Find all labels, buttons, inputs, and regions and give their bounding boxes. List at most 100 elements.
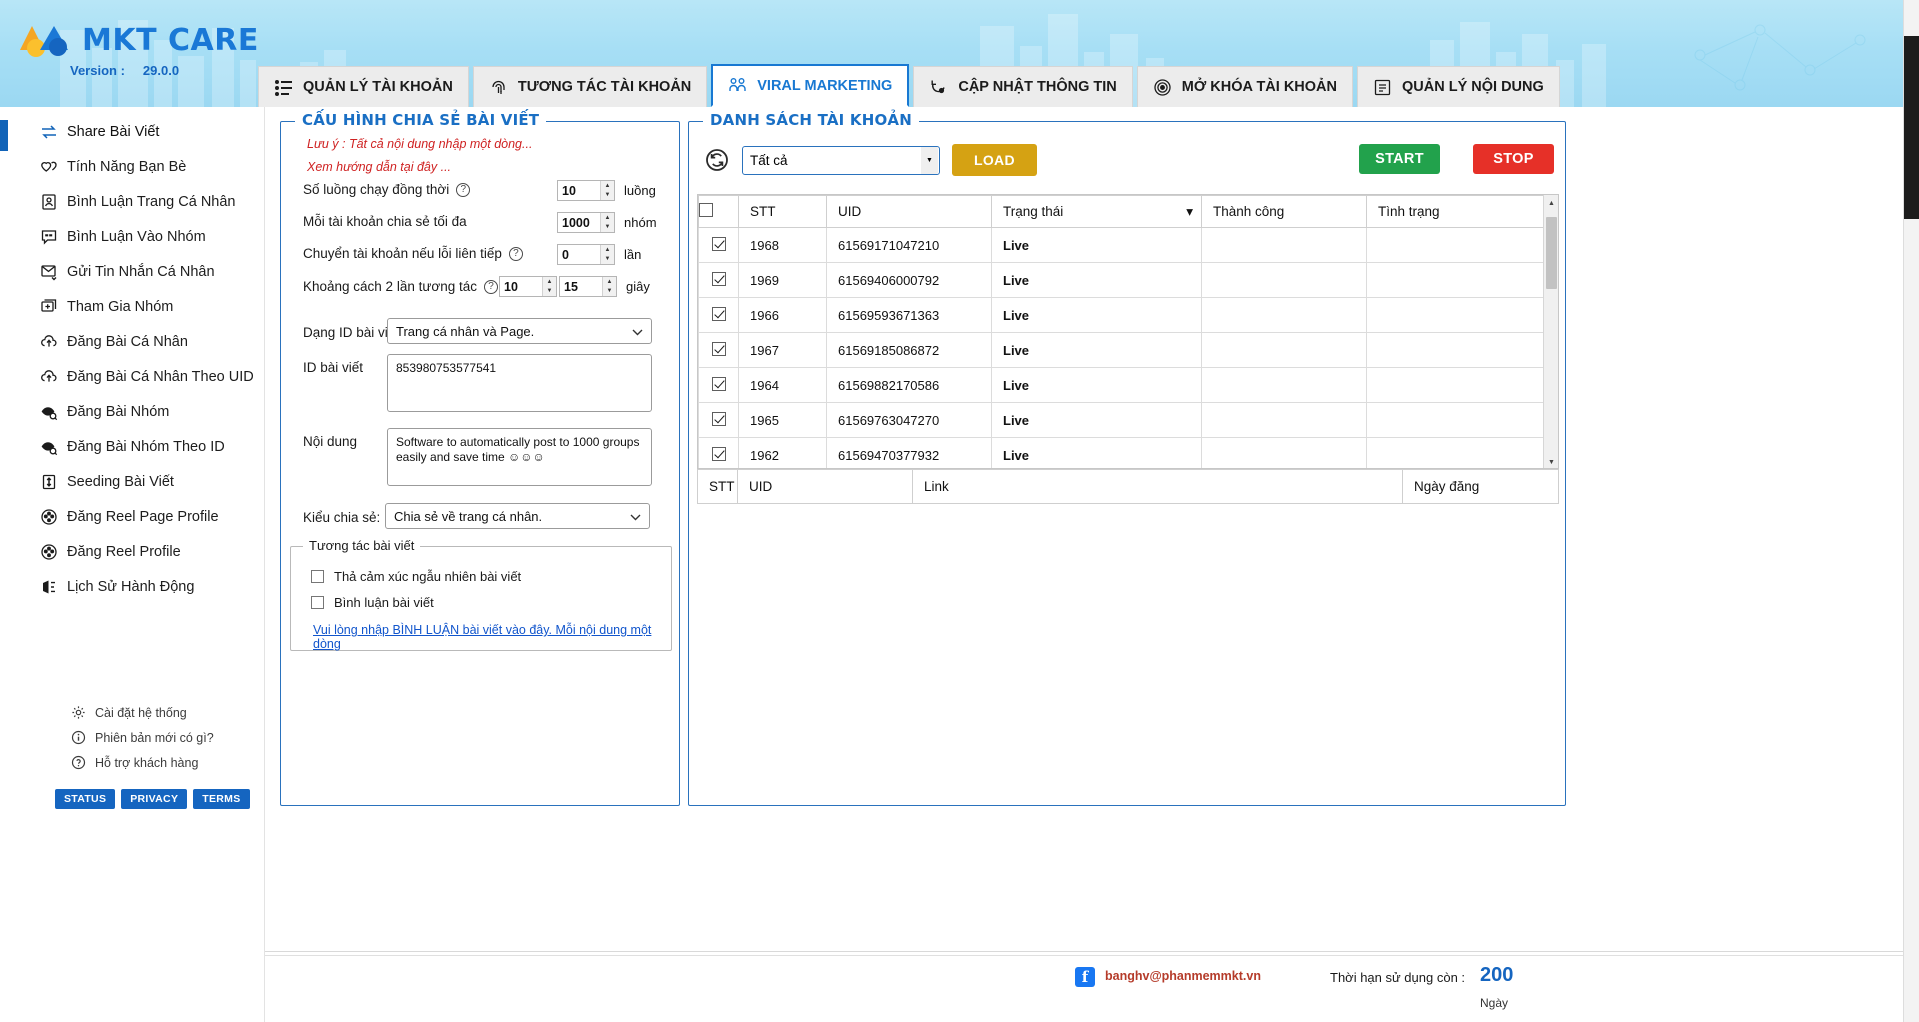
row-checkbox[interactable] (711, 236, 726, 251)
interval-from-input[interactable] (500, 277, 542, 296)
tab-tuong-tac-tai-khoan[interactable]: TƯƠNG TÁC TÀI KHOẢN (472, 66, 708, 107)
switcherr-stepper[interactable]: ▲▼ (557, 244, 615, 265)
scrollbar-thumb[interactable] (1546, 217, 1557, 289)
load-button[interactable]: LOAD (952, 144, 1037, 176)
table-row[interactable]: 1966 61569593671363 Live (698, 297, 1558, 333)
support-email[interactable]: banghv@phanmemmkt.vn (1105, 969, 1261, 983)
random-reaction-row[interactable]: Thả cảm xúc ngẫu nhiên bài viết (311, 569, 521, 584)
switcherr-arrows[interactable]: ▲ ▼ (600, 245, 614, 264)
row-checkbox-cell[interactable] (698, 402, 739, 438)
interval-to-arrows[interactable]: ▲ ▼ (602, 277, 616, 296)
maxshare-arrows[interactable]: ▲ ▼ (600, 213, 614, 232)
row-checkbox-cell[interactable] (698, 227, 739, 263)
table-row[interactable]: 1967 61569185086872 Live (698, 332, 1558, 368)
select-all-header[interactable] (698, 195, 739, 228)
table-row[interactable]: 1965 61569763047270 Live (698, 402, 1558, 438)
comment-post-checkbox[interactable] (311, 596, 324, 609)
comment-post-row[interactable]: Bình luận bài viết (311, 595, 434, 610)
sidebar-item-binh-luan-trang-ca-nhan[interactable]: Bình Luận Trang Cá Nhân (0, 185, 264, 219)
sidebar-item-tinh-nang-ban-be[interactable]: Tính Năng Bạn Bè (0, 150, 264, 184)
tab-quan-ly-tai-khoan[interactable]: QUẢN LÝ TÀI KHOẢN (258, 66, 469, 107)
threads-up-icon[interactable]: ▲ (601, 181, 614, 191)
interval-to-input[interactable] (560, 277, 602, 296)
row-checkbox[interactable] (711, 376, 726, 391)
sidebar-item-share-bai-viet[interactable]: Share Bài Viết (0, 115, 264, 149)
sidebar-item-phien-ban-moi[interactable]: Phiên bản mới có gì? (0, 725, 265, 750)
sidebar-item-dang-bai-ca-nhan-theo-uid[interactable]: Đăng Bài Cá Nhân Theo UID (0, 360, 264, 394)
threads-stepper[interactable]: ▲▼ (557, 180, 615, 201)
row-checkbox-cell[interactable] (698, 367, 739, 403)
maxshare-up-icon[interactable]: ▲ (601, 213, 614, 223)
switcherr-help-icon[interactable]: ? (508, 246, 523, 261)
row-checkbox[interactable] (711, 306, 726, 321)
interval-from-up-icon[interactable]: ▲ (543, 277, 556, 287)
link-col-link: Link (912, 469, 1403, 504)
sidebar-item-gui-tin-nhan-ca-nhan[interactable]: Gửi Tin Nhắn Cá Nhân (0, 255, 264, 289)
row-checkbox[interactable] (711, 341, 726, 356)
content-textarea[interactable]: Software to automatically post to 1000 g… (387, 428, 652, 486)
threads-arrows[interactable]: ▲ ▼ (600, 181, 614, 200)
switcherr-up-icon[interactable]: ▲ (601, 245, 614, 255)
select-all-checkbox[interactable] (699, 203, 713, 217)
posttype-select[interactable]: Trang cá nhân và Page. (387, 318, 652, 344)
row-checkbox[interactable] (711, 411, 726, 426)
sidebar-item-dang-bai-ca-nhan[interactable]: Đăng Bài Cá Nhân (0, 325, 264, 359)
scroll-down-icon[interactable]: ▼ (1544, 454, 1558, 468)
sidebar-item-ho-tro-khach-hang[interactable]: Hỗ trợ khách hàng (0, 750, 265, 775)
sidebar-item-dang-reel-profile[interactable]: Đăng Reel Profile (0, 535, 264, 569)
threads-input[interactable] (558, 181, 600, 200)
privacy-pill[interactable]: PRIVACY (121, 789, 188, 809)
facebook-icon[interactable]: f (1075, 967, 1095, 987)
threads-down-icon[interactable]: ▼ (601, 190, 614, 200)
tab-mo-khoa-tai-khoan[interactable]: MỞ KHÓA TÀI KHOẢN (1136, 66, 1353, 107)
interval-to-down-icon[interactable]: ▼ (603, 286, 616, 296)
table-row[interactable]: 1964 61569882170586 Live (698, 367, 1558, 403)
tab-cap-nhat-thong-tin[interactable]: CẬP NHẬT THÔNG TIN (913, 66, 1133, 107)
table-row[interactable]: 1969 61569406000792 Live (698, 262, 1558, 298)
row-checkbox-cell[interactable] (698, 437, 739, 468)
stop-button[interactable]: STOP (1473, 144, 1554, 174)
config-note-2[interactable]: Xem hướng dẫn tại đây ... (307, 160, 451, 174)
random-reaction-checkbox[interactable] (311, 570, 324, 583)
sharetype-select[interactable]: Chia sẻ về trang cá nhân. (385, 503, 650, 529)
sidebar-item-cai-dat-he-thong[interactable]: Cài đặt hệ thống (0, 700, 265, 725)
scroll-up-icon[interactable]: ▲ (1544, 195, 1558, 211)
switcherr-input[interactable] (558, 245, 600, 264)
filter-dropdown-icon[interactable]: ▾ (1186, 204, 1193, 220)
maxshare-stepper[interactable]: ▲▼ (557, 212, 615, 233)
interval-to-stepper[interactable]: ▲▼ (559, 276, 617, 297)
sidebar-item-lich-su-hanh-dong[interactable]: Lịch Sử Hành Động (0, 570, 264, 604)
tab-quan-ly-noi-dung[interactable]: QUẢN LÝ NỘI DUNG (1357, 66, 1560, 107)
start-button[interactable]: START (1359, 144, 1440, 174)
maxshare-down-icon[interactable]: ▼ (601, 222, 614, 232)
postid-textarea[interactable]: 853980753577541 (387, 354, 652, 412)
maxshare-input[interactable] (558, 213, 600, 232)
row-checkbox-cell[interactable] (698, 262, 739, 298)
row-checkbox[interactable] (711, 446, 726, 461)
row-checkbox[interactable] (711, 271, 726, 286)
interval-help-icon[interactable]: ? (484, 279, 499, 294)
sidebar-item-binh-luan-vao-nhom[interactable]: Bình Luận Vào Nhóm (0, 220, 264, 254)
row-checkbox-cell[interactable] (698, 297, 739, 333)
sidebar-item-dang-bai-nhom-theo-id[interactable]: Đăng Bài Nhóm Theo ID (0, 430, 264, 464)
refresh-icon[interactable] (704, 147, 730, 173)
table-scrollbar[interactable]: ▲ ▼ (1543, 195, 1558, 468)
sidebar-item-dang-bai-nhom[interactable]: Đăng Bài Nhóm (0, 395, 264, 429)
status-pill[interactable]: STATUS (55, 789, 116, 809)
account-filter-select[interactable]: Tất cả ▼ (742, 145, 940, 175)
threads-help-icon[interactable]: ? (456, 182, 471, 197)
interval-from-arrows[interactable]: ▲ ▼ (542, 277, 556, 296)
sidebar-item-seeding-bai-viet[interactable]: Seeding Bài Viết (0, 465, 264, 499)
switcherr-down-icon[interactable]: ▼ (601, 254, 614, 264)
table-row[interactable]: 1968 61569171047210 Live (698, 227, 1558, 263)
interval-from-stepper[interactable]: ▲▼ (499, 276, 557, 297)
interval-to-up-icon[interactable]: ▲ (603, 277, 616, 287)
row-checkbox-cell[interactable] (698, 332, 739, 368)
sidebar-item-dang-reel-page-profile[interactable]: Đăng Reel Page Profile (0, 500, 264, 534)
interval-from-down-icon[interactable]: ▼ (543, 286, 556, 296)
sidebar-item-tham-gia-nhom[interactable]: Tham Gia Nhóm (0, 290, 264, 324)
terms-pill[interactable]: TERMS (193, 789, 250, 809)
table-row[interactable]: 1962 61569470377932 Live (698, 437, 1558, 468)
comment-input-link[interactable]: Vui lòng nhập BÌNH LUẬN bài viết vào đây… (313, 623, 671, 651)
tab-viral-marketing[interactable]: VIRAL MARKETING (711, 64, 910, 107)
